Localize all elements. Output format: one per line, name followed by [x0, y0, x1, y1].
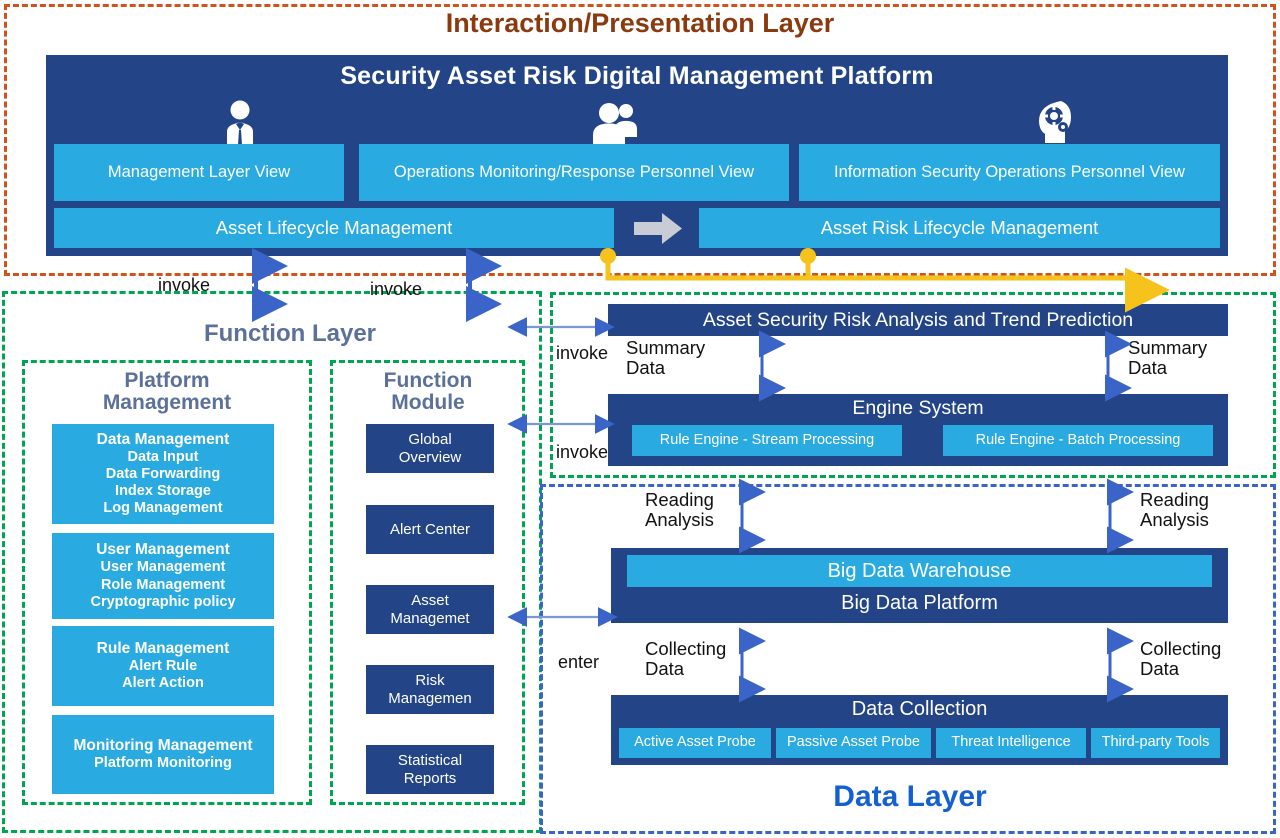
fm-asset-management-line2: Managemet [390, 609, 470, 627]
invoke-label-analysis: invoke [556, 343, 609, 363]
chip-threat-intelligence[interactable]: Threat Intelligence [936, 728, 1086, 758]
collecting-data-right-label: Collecting Data [1140, 638, 1222, 680]
collecting-data-right-line2: Data [1140, 658, 1180, 680]
platform-management-title-line2: Management [102, 391, 232, 415]
fm-card-asset-management[interactable]: Asset Managemet [366, 585, 494, 634]
card-data-management-head: Data Management [96, 430, 230, 448]
fm-card-statistical-reports[interactable]: Statistical Reports [366, 745, 494, 794]
chip-active-asset-probe[interactable]: Active Asset Probe [619, 728, 771, 758]
collecting-data-left-label: Collecting Data [645, 638, 727, 680]
platform-management-title-line1: Platform [124, 369, 210, 392]
fm-risk-management-line1: Risk [415, 672, 445, 690]
fm-card-global-overview[interactable]: Global Overview [366, 424, 494, 473]
engine-panel: Engine System Rule Engine - Stream Proce… [608, 394, 1228, 466]
fm-global-overview-line1: Global [408, 431, 452, 449]
architecture-diagram: Interaction/Presentation Layer Function … [0, 0, 1280, 838]
card-user-management-sub-2: Cryptographic policy [90, 593, 236, 610]
summary-data-right-line1: Summary [1128, 337, 1208, 358]
fm-risk-management-line2: Managemen [388, 689, 472, 707]
data-layer-title: Data Layer [833, 780, 987, 813]
card-monitoring-management-sub-0: Platform Monitoring [94, 755, 232, 772]
card-data-management-sub-0: Data Input [127, 448, 199, 465]
asset-risk-lifecycle-management[interactable]: Asset Risk Lifecycle Management [699, 208, 1220, 248]
collecting-data-left-line1: Collecting [645, 638, 727, 659]
function-module-title: Function Module [340, 369, 516, 415]
fm-statistical-reports-line2: Reports [403, 769, 457, 787]
data-collection-title: Data Collection [851, 698, 988, 720]
head-with-gears-icon [1027, 97, 1081, 147]
card-monitoring-management[interactable]: Monitoring Management Platform Monitorin… [52, 715, 274, 794]
engine-panel-title: Engine System [852, 397, 984, 419]
big-data-panel: Big Data Warehouse Big Data Platform [611, 548, 1228, 623]
function-module-title-line2: Module [391, 391, 465, 415]
card-rule-management-sub-0: Alert Rule [128, 658, 198, 675]
collecting-data-right-line1: Collecting [1140, 638, 1222, 659]
reading-analysis-left-line1: Reading [645, 489, 714, 510]
card-rule-management[interactable]: Rule Management Alert Rule Alert Action [52, 626, 274, 706]
card-monitoring-management-head: Monitoring Management [73, 736, 253, 754]
card-data-management-sub-1: Data Forwarding [105, 466, 221, 483]
platform-management-title: Platform Management [32, 369, 302, 415]
data-collection-panel: Data Collection Active Asset Probe Passi… [611, 695, 1228, 765]
fm-asset-management-line1: Asset [411, 592, 449, 610]
reading-analysis-left-label: Reading Analysis [645, 489, 714, 531]
fm-card-alert-center[interactable]: Alert Center [366, 505, 494, 554]
card-user-management-head: User Management [96, 541, 230, 559]
invoke-label-top-mid: invoke [370, 279, 423, 299]
asset-lifecycle-management[interactable]: Asset Lifecycle Management [54, 208, 614, 248]
analysis-panel[interactable]: Asset Security Risk Analysis and Trend P… [608, 304, 1228, 336]
reading-analysis-right-line1: Reading [1140, 489, 1209, 510]
function-module-title-line1: Function [383, 369, 473, 392]
fm-alert-center-line1: Alert Center [389, 520, 471, 538]
analysis-panel-title: Asset Security Risk Analysis and Trend P… [702, 308, 1134, 331]
chip-big-data-warehouse[interactable]: Big Data Warehouse [627, 555, 1212, 587]
summary-data-left-label: Summary Data [626, 337, 706, 379]
two-people-icon [589, 97, 643, 147]
card-user-management[interactable]: User Management User Management Role Man… [52, 533, 274, 619]
collecting-data-left-line2: Data [645, 658, 685, 680]
summary-data-right-line2: Data [1128, 357, 1168, 379]
lifecycle-row: Asset Lifecycle Management Asset Risk Li… [54, 208, 1220, 248]
invoke-label-top-left: invoke [158, 275, 211, 295]
reading-analysis-left-line2: Analysis [645, 509, 714, 531]
security-platform-panel: Security Asset Risk Digital Management P… [46, 55, 1228, 256]
fm-global-overview-line2: Overview [398, 448, 462, 466]
chip-rule-engine-batch[interactable]: Rule Engine - Batch Processing [943, 425, 1213, 456]
interaction-layer-title: Interaction/Presentation Layer [445, 8, 835, 38]
card-user-management-sub-0: User Management [100, 559, 226, 576]
reading-analysis-right-line2: Analysis [1140, 509, 1209, 531]
reading-analysis-right-label: Reading Analysis [1140, 489, 1209, 531]
card-data-management[interactable]: Data Management Data Input Data Forwardi… [52, 424, 274, 524]
card-data-management-sub-3: Log Management [103, 500, 223, 517]
summary-data-left-line2: Data [626, 357, 666, 379]
right-arrow-icon [632, 212, 684, 245]
persona-view-row: Management Layer View Operations Monitor… [54, 144, 1220, 201]
card-data-management-sub-2: Index Storage [115, 483, 211, 500]
chip-third-party-tools[interactable]: Third-party Tools [1091, 728, 1220, 758]
platform-title: Security Asset Risk Digital Management P… [340, 62, 934, 90]
summary-data-right-label: Summary Data [1128, 337, 1208, 379]
summary-data-left-line1: Summary [626, 337, 706, 358]
view-management-layer[interactable]: Management Layer View [54, 144, 344, 201]
view-information-security[interactable]: Information Security Operations Personne… [799, 144, 1220, 201]
persona-icon-row [46, 97, 1228, 147]
function-layer-title: Function Layer [203, 320, 377, 347]
invoke-label-engine: invoke [556, 442, 609, 462]
view-operations-monitoring[interactable]: Operations Monitoring/Response Personnel… [359, 144, 789, 201]
fm-card-risk-management[interactable]: Risk Managemen [366, 665, 494, 714]
manager-person-icon [213, 97, 267, 147]
chip-rule-engine-stream[interactable]: Rule Engine - Stream Processing [632, 425, 902, 456]
chip-passive-asset-probe[interactable]: Passive Asset Probe [776, 728, 931, 758]
big-data-platform-label: Big Data Platform [841, 592, 998, 614]
fm-statistical-reports-line1: Statistical [397, 752, 463, 770]
card-rule-management-sub-1: Alert Action [122, 675, 204, 692]
card-rule-management-head: Rule Management [96, 639, 230, 657]
enter-label-bigdata: enter [558, 652, 600, 672]
card-user-management-sub-1: Role Management [100, 576, 226, 593]
